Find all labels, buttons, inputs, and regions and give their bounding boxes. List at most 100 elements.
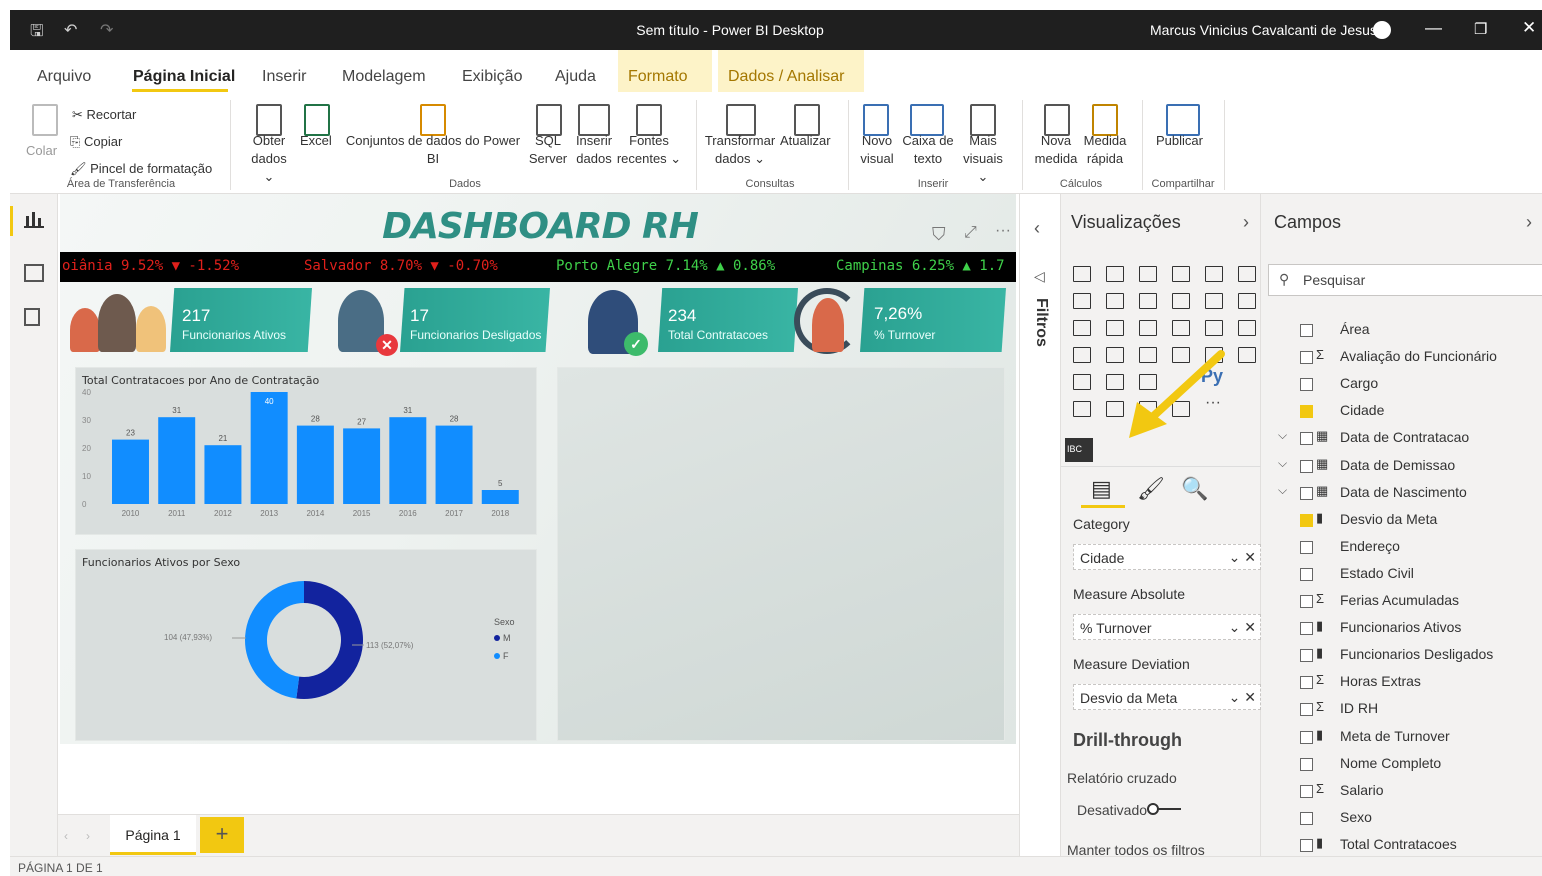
sql-server-button[interactable]: SQL Server <box>526 132 570 168</box>
field-checkbox[interactable] <box>1300 649 1313 663</box>
field-checkbox[interactable] <box>1300 703 1313 717</box>
r-visual-visual-icon[interactable] <box>1073 401 1091 417</box>
page-tab[interactable]: Página 1 <box>110 815 196 855</box>
stacked-column-visual-icon[interactable] <box>1106 266 1124 282</box>
collapse-right-icon[interactable]: › <box>1526 212 1532 233</box>
field-item[interactable]: ⌵ ▦ Data de Demissao <box>1262 456 1542 483</box>
empty-visual-placeholder[interactable] <box>558 368 1004 740</box>
donut-chart-visual[interactable]: Funcionarios Ativos por Sexo 113 (52,07%… <box>76 550 536 740</box>
field-checkbox[interactable] <box>1300 676 1313 690</box>
next-page-icon[interactable]: › <box>86 829 90 843</box>
ticker-visual[interactable]: oiânia 9.52% ▼ -1.52% Salvador 8.70% ▼ -… <box>60 252 1016 282</box>
field-checkbox[interactable] <box>1300 784 1313 798</box>
field-checkbox[interactable] <box>1300 378 1313 392</box>
field-item[interactable]: ⌵ ▦ Data de Nascimento <box>1262 483 1542 510</box>
copy-button[interactable]: ⎘ Copiar <box>70 133 122 151</box>
filters-pane-collapsed[interactable]: ‹ ◁ Filtros <box>1019 194 1061 856</box>
field-checkbox[interactable] <box>1300 324 1313 337</box>
funnel-visual-icon[interactable] <box>1106 320 1124 336</box>
line-column-visual-icon[interactable] <box>1172 293 1190 309</box>
filters-label[interactable]: Filtros <box>1032 298 1050 347</box>
cut-button[interactable]: ✂ Recortar <box>72 106 136 124</box>
more-options-icon[interactable]: ··· <box>995 222 1011 240</box>
slicer-visual-icon[interactable] <box>1073 374 1091 390</box>
field-item[interactable]: Estado Civil <box>1262 564 1542 591</box>
model-view-icon[interactable] <box>24 308 40 326</box>
bar[interactable] <box>343 428 381 504</box>
fields-tab-icon[interactable]: ▤ <box>1091 476 1112 502</box>
report-canvas[interactable]: DASHBOARD RH ⛉ ⤢ ··· oiânia 9.52% ▼ -1.5… <box>58 194 1019 830</box>
avatar[interactable] <box>1373 21 1391 39</box>
100-bar-visual-icon[interactable] <box>1205 266 1223 282</box>
new-visual-button[interactable]: Novo visual <box>856 132 898 168</box>
paste-button[interactable]: Colar <box>26 142 57 160</box>
field-checkbox[interactable] <box>1300 595 1313 608</box>
field-checkbox[interactable] <box>1300 405 1313 419</box>
field-item[interactable]: Sexo <box>1262 808 1542 835</box>
donut-visual-icon[interactable] <box>1205 320 1223 336</box>
new-measure-button[interactable]: Nova medida <box>1032 132 1080 168</box>
field-item[interactable]: Σ Salario <box>1262 781 1542 808</box>
field-checkbox[interactable] <box>1300 838 1313 852</box>
map-visual-icon[interactable] <box>1073 347 1091 363</box>
close-icon[interactable]: ✕ <box>1522 18 1536 38</box>
field-item[interactable]: ⌵ ▦ Data de Contratacao <box>1262 428 1542 455</box>
enter-data-button[interactable]: Inserir dados <box>572 132 616 168</box>
bar-chart-visual[interactable]: Total Contratacoes por Ano de Contrataçã… <box>76 368 536 534</box>
stacked-area-visual-icon[interactable] <box>1139 293 1157 309</box>
transform-data-button[interactable]: Transformar dados ⌄ <box>702 132 778 168</box>
analytics-icon[interactable]: 🔍 <box>1181 476 1208 502</box>
tab-ajuda[interactable]: Ajuda <box>555 68 596 86</box>
field-item[interactable]: Nome Completo <box>1262 754 1542 781</box>
donut-slice[interactable] <box>296 581 363 699</box>
clustered-column-visual-icon[interactable] <box>1172 266 1190 282</box>
field-item[interactable]: Σ ID RH <box>1262 699 1542 726</box>
field-checkbox[interactable] <box>1300 811 1313 825</box>
format-roller-icon[interactable]: 🖌 <box>1137 476 1165 502</box>
field-item[interactable]: ▮ Meta de Turnover <box>1262 727 1542 754</box>
toggle-switch[interactable] <box>1147 803 1181 815</box>
field-item[interactable]: ▮ Funcionarios Desligados <box>1262 645 1542 672</box>
expand-chevron-icon[interactable]: ⌵ <box>1278 456 1287 471</box>
legend-label[interactable]: F <box>503 651 509 661</box>
pie-visual-icon[interactable] <box>1172 320 1190 336</box>
field-item[interactable]: Σ Horas Extras <box>1262 672 1542 699</box>
expand-chevron-icon[interactable]: ⌵ <box>1278 428 1287 443</box>
filter-icon[interactable]: ⛉ <box>932 224 946 245</box>
bar[interactable] <box>112 439 149 504</box>
publish-button[interactable]: Publicar <box>1156 132 1203 150</box>
tab-inserir[interactable]: Inserir <box>262 68 306 86</box>
user-name[interactable]: Marcus Vinicius Cavalcanti de Jesus <box>1150 22 1377 38</box>
bar[interactable] <box>296 425 334 504</box>
tab-modelagem[interactable]: Modelagem <box>342 68 426 86</box>
refresh-button[interactable]: Atualizar <box>780 132 831 150</box>
bar[interactable] <box>158 417 196 504</box>
stacked-bar-visual-icon[interactable] <box>1073 266 1091 282</box>
custom-ticker-visual-icon[interactable]: IBC <box>1065 438 1093 462</box>
chevron-down-icon[interactable]: ⌄ ✕ <box>1229 689 1256 706</box>
excel-button[interactable]: Excel <box>300 132 332 150</box>
tab-exibicao[interactable]: Exibição <box>462 68 522 86</box>
format-painter-button[interactable]: 🖌 Pincel de formatação <box>70 160 212 178</box>
measure-deviation-well[interactable]: Desvio da Meta ⌄ ✕ <box>1073 684 1261 710</box>
field-checkbox[interactable] <box>1300 486 1313 500</box>
category-well[interactable]: Cidade ⌄ ✕ <box>1073 544 1261 570</box>
donut-slice[interactable] <box>245 581 305 699</box>
bar[interactable] <box>481 490 519 504</box>
bar[interactable] <box>389 417 427 504</box>
field-checkbox[interactable] <box>1300 622 1313 636</box>
legend-label[interactable]: M <box>503 633 511 643</box>
chevron-down-icon[interactable]: ⌄ ✕ <box>1229 619 1256 636</box>
recent-sources-button[interactable]: Fontes recentes ⌄ <box>614 132 684 168</box>
tab-arquivo[interactable]: Arquivo <box>37 68 91 86</box>
field-item[interactable]: Cidade <box>1262 401 1542 428</box>
field-checkbox[interactable] <box>1300 351 1313 365</box>
tab-formato[interactable]: Formato <box>618 50 712 92</box>
field-item[interactable]: Endereço <box>1262 537 1542 564</box>
expand-chevron-icon[interactable]: ⌵ <box>1278 483 1287 498</box>
field-checkbox[interactable] <box>1300 757 1313 771</box>
field-checkbox[interactable] <box>1300 730 1313 744</box>
search-input[interactable]: ⚲ Pesquisar <box>1268 264 1542 296</box>
ribbon-visual-icon[interactable] <box>1238 293 1256 309</box>
waterfall-visual-icon[interactable] <box>1073 320 1091 336</box>
